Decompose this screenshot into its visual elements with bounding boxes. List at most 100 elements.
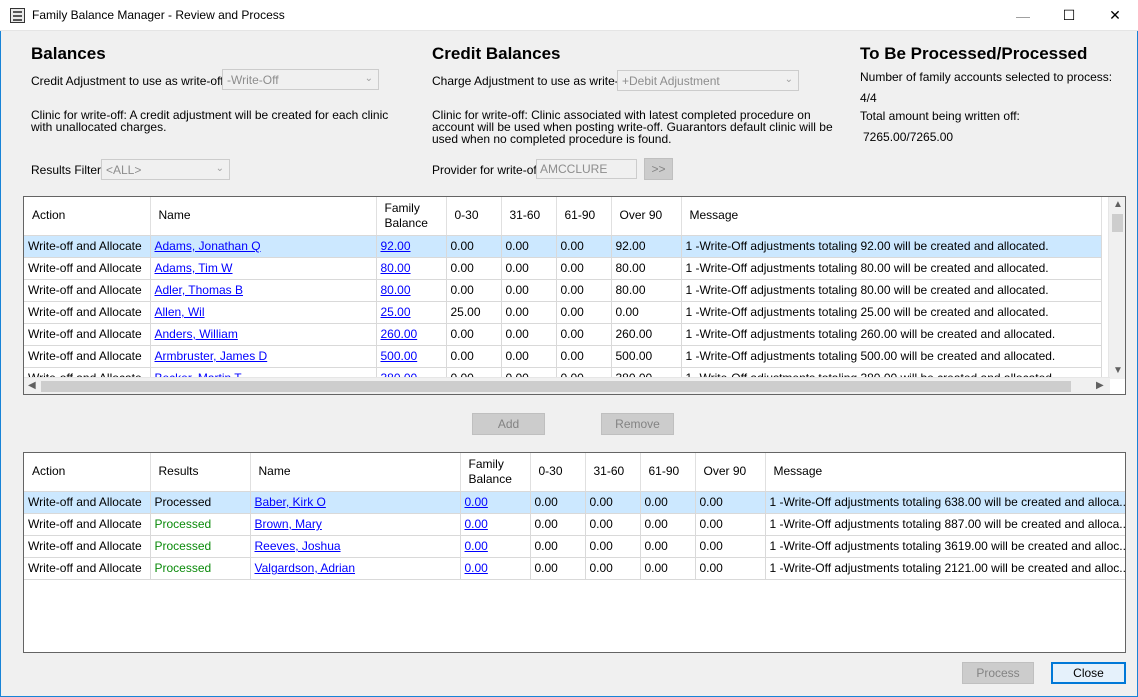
table-cell[interactable]: 1 -Write-Off adjustments totaling 887.00… [765, 513, 1125, 536]
table-cell[interactable]: 0.00 [501, 279, 557, 302]
scroll-up-icon[interactable]: ▲ [1113, 199, 1123, 210]
table-cell[interactable]: Write-off and Allocate [24, 235, 151, 258]
table-cell[interactable]: 80.00 [611, 279, 682, 302]
close-window-button[interactable]: ✕ [1092, 0, 1138, 31]
column-header[interactable]: Name [150, 197, 377, 236]
table-cell[interactable]: 0.00 [640, 535, 696, 558]
table-cell[interactable]: 1 -Write-Off adjustments totaling 80.00 … [681, 257, 1102, 280]
balances-grid[interactable]: Action Name Family Balance 0-30 31-60 61-90 Ov… [23, 196, 1126, 395]
table-cell[interactable]: 0.00 [695, 557, 766, 580]
table-cell[interactable]: 0.00 [530, 535, 586, 558]
table-cell[interactable]: 80.00 [611, 257, 682, 280]
table-cell[interactable]: Write-off and Allocate [24, 513, 151, 536]
column-header[interactable]: Over 90 [695, 453, 766, 492]
table-row[interactable]: Write-off and Allocate Adams, Tim W 80.00 0… [24, 257, 1102, 280]
table-row[interactable]: Write-off and Allocate Processed Valgardso… [24, 557, 1125, 580]
table-cell[interactable]: 92.00 [611, 235, 682, 258]
table-cell[interactable]: 0.00 [585, 535, 641, 558]
table-cell[interactable]: 1 -Write-Off adjustments totaling 2121.0… [765, 557, 1125, 580]
table-cell[interactable]: 0.00 [501, 345, 557, 368]
table-cell[interactable]: 260.00 [611, 323, 682, 346]
column-header[interactable]: Action [24, 197, 151, 236]
table-cell[interactable]: Processed [150, 557, 251, 580]
column-header[interactable]: 0-30 [446, 197, 502, 236]
cell-link[interactable]: 0.00 [465, 561, 488, 575]
table-row[interactable]: Write-off and Allocate Allen, Wil 25.00 25.… [24, 301, 1102, 324]
charge-adjustment-select[interactable]: +Debit Adjustment ⌄ [617, 70, 799, 91]
column-header[interactable]: 31-60 [585, 453, 641, 492]
table-cell[interactable]: 0.00 [501, 235, 557, 258]
table-cell[interactable]: 0.00 [585, 557, 641, 580]
cell-link[interactable]: Anders, William [155, 327, 238, 341]
table-row[interactable]: Write-off and Allocate Processed Brown, Ma… [24, 513, 1125, 536]
add-button[interactable]: Add [472, 413, 545, 435]
table-cell[interactable]: Write-off and Allocate [24, 301, 151, 324]
cell-link[interactable]: Baber, Kirk O [255, 495, 326, 509]
table-cell[interactable]: Write-off and Allocate [24, 345, 151, 368]
balances-horizontal-scrollbar[interactable]: ◀ ▶ [24, 377, 1110, 394]
table-cell[interactable]: 1 -Write-Off adjustments totaling 80.00 … [681, 279, 1102, 302]
table-cell[interactable]: 0.00 [695, 535, 766, 558]
scroll-down-icon[interactable]: ▼ [1113, 365, 1123, 376]
cell-link[interactable]: 25.00 [381, 305, 411, 319]
table-cell[interactable]: 500.00 [611, 345, 682, 368]
process-button[interactable]: Process [962, 662, 1034, 684]
table-row[interactable]: Write-off and Allocate Adler, Thomas B 80.… [24, 279, 1102, 302]
cell-link[interactable]: 0.00 [465, 517, 488, 531]
table-row[interactable]: Write-off and Allocate Adams, Jonathan Q 9… [24, 235, 1102, 258]
table-cell[interactable]: 0.00 [501, 257, 557, 280]
table-cell[interactable]: 0.00 [640, 513, 696, 536]
table-cell[interactable]: Write-off and Allocate [24, 323, 151, 346]
table-cell[interactable]: 0.00 [556, 235, 612, 258]
table-cell[interactable]: 0.00 [556, 257, 612, 280]
results-filter-select[interactable]: <ALL> ⌄ [101, 159, 230, 180]
table-cell[interactable]: 1 -Write-Off adjustments totaling 500.00… [681, 345, 1102, 368]
table-row[interactable]: Write-off and Allocate Anders, William 260… [24, 323, 1102, 346]
column-header[interactable]: 61-90 [640, 453, 696, 492]
table-row[interactable]: Write-off and Allocate Processed Baber, Ki… [24, 491, 1125, 514]
provider-picker-button[interactable]: >> [644, 158, 673, 180]
cell-link[interactable]: 80.00 [381, 261, 411, 275]
close-button[interactable]: Close [1051, 662, 1126, 684]
minimize-button[interactable]: — [1000, 0, 1046, 31]
cell-link[interactable]: Adler, Thomas B [155, 283, 244, 297]
table-cell[interactable]: 0.00 [530, 513, 586, 536]
column-header[interactable]: Name [250, 453, 461, 492]
table-cell[interactable]: 0.00 [585, 513, 641, 536]
table-cell[interactable]: 0.00 [695, 513, 766, 536]
column-header[interactable]: 0-30 [530, 453, 586, 492]
table-cell[interactable]: 0.00 [640, 491, 696, 514]
table-cell[interactable]: Processed [150, 535, 251, 558]
processed-grid[interactable]: Action Results Name Family Balance 0-30 31-60… [23, 452, 1126, 653]
cell-link[interactable]: Armbruster, James D [155, 349, 268, 363]
table-cell[interactable]: 25.00 [446, 301, 502, 324]
scroll-left-icon[interactable]: ◀ [28, 380, 36, 391]
table-cell[interactable]: Write-off and Allocate [24, 557, 151, 580]
cell-link[interactable]: Adams, Jonathan Q [155, 239, 261, 253]
table-row[interactable]: Write-off and Allocate Processed Reeves, J… [24, 535, 1125, 558]
column-header[interactable]: 61-90 [556, 197, 612, 236]
table-cell[interactable]: 0.00 [556, 301, 612, 324]
column-header[interactable]: Over 90 [611, 197, 682, 236]
table-cell[interactable]: 0.00 [556, 323, 612, 346]
table-cell[interactable]: 0.00 [446, 235, 502, 258]
table-cell[interactable]: 0.00 [501, 301, 557, 324]
table-cell[interactable]: 0.00 [446, 345, 502, 368]
table-cell[interactable]: 0.00 [530, 491, 586, 514]
scroll-thumb[interactable] [1112, 214, 1123, 232]
scroll-thumb[interactable] [41, 381, 1071, 392]
scroll-right-icon[interactable]: ▶ [1096, 380, 1104, 391]
cell-link[interactable]: Brown, Mary [255, 517, 322, 531]
table-cell[interactable]: Write-off and Allocate [24, 491, 151, 514]
table-cell[interactable]: 0.00 [556, 279, 612, 302]
table-row[interactable]: Write-off and Allocate Armbruster, James … [24, 345, 1102, 368]
table-cell[interactable]: 1 -Write-Off adjustments totaling 25.00 … [681, 301, 1102, 324]
cell-link[interactable]: 260.00 [381, 327, 418, 341]
cell-link[interactable]: 0.00 [465, 495, 488, 509]
table-cell[interactable]: 0.00 [695, 491, 766, 514]
provider-input[interactable]: AMCCLURE [536, 159, 637, 179]
cell-link[interactable]: 500.00 [381, 349, 418, 363]
balances-vertical-scrollbar[interactable]: ▲ ▼ [1108, 197, 1125, 379]
table-cell[interactable]: 0.00 [446, 323, 502, 346]
remove-button[interactable]: Remove [601, 413, 674, 435]
